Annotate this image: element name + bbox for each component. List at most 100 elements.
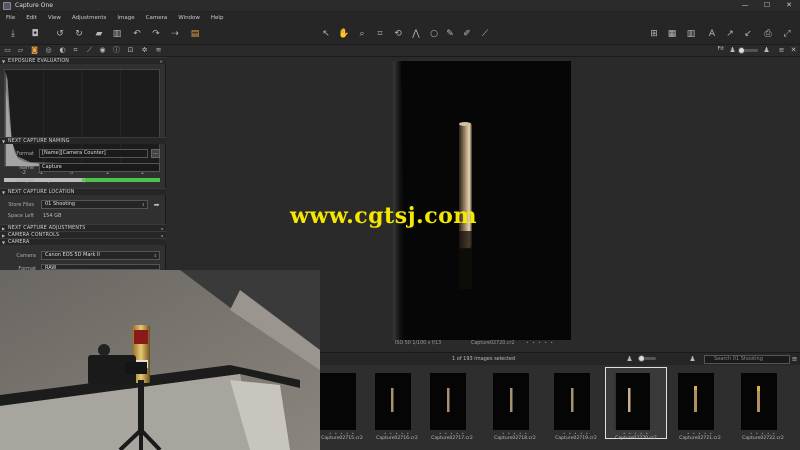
text-icon[interactable]: A (706, 28, 718, 40)
capture-name-input[interactable]: Capture (39, 163, 160, 172)
next-capture-adjustments-header[interactable]: ▶ NEXT CAPTURE ADJUSTMENTS ◂ (0, 224, 166, 231)
panel-close-icon[interactable]: ✕ (159, 59, 163, 64)
thumbnail-item[interactable]: • • • • • Capture02716.cr2 (367, 368, 427, 441)
next-capture-location-header[interactable]: ▼ NEXT CAPTURE LOCATION (0, 188, 166, 195)
metadata-tab-icon[interactable]: ⓘ (112, 46, 121, 55)
thumbnail-image (375, 373, 411, 430)
browser-search-input[interactable]: Search 01 Shooting (704, 355, 790, 364)
thumbnail-item[interactable]: • • • • • Capture02718.cr2 (485, 368, 545, 441)
crop-icon[interactable]: ⌗ (374, 28, 386, 40)
menu-file[interactable]: File (6, 15, 15, 21)
import-icon[interactable]: ⤓ (7, 28, 19, 40)
viewer-zoom-knob[interactable] (738, 47, 745, 54)
folder-tab-icon[interactable]: ▱ (16, 46, 25, 55)
batch-tab-icon[interactable]: ✲ (140, 46, 149, 55)
store-files-label: Store Files (8, 202, 34, 208)
next-capture-naming-title: NEXT CAPTURE NAMING (8, 138, 70, 144)
zoom-fit-label[interactable]: Fit (718, 46, 724, 52)
menu-help[interactable]: Help (211, 15, 224, 21)
crop-tab-icon[interactable]: ⌗ (71, 46, 80, 55)
filmstrip: • • • • • Capture02715.cr2 • • • • • Cap… (320, 365, 800, 450)
expand-triangle-icon: ▶ (2, 225, 6, 231)
redo-icon[interactable]: ↷ (150, 28, 162, 40)
library-tab-icon[interactable]: ▭ (3, 46, 12, 55)
thumbnail-item[interactable]: • • • • • Capture02721.cr2 (670, 368, 730, 441)
menu-adjustments[interactable]: Adjustments (72, 15, 106, 21)
format-options-button[interactable]: ... (151, 149, 160, 158)
brush-icon[interactable]: ✎ (444, 28, 456, 40)
stack-icon[interactable]: ▤ (189, 28, 201, 40)
panel-menu-icon[interactable]: ◂ (161, 226, 163, 231)
select-icon[interactable]: ↖ (320, 28, 332, 40)
viewer-photo[interactable] (393, 61, 571, 340)
settings-icon[interactable]: ≡ (777, 46, 786, 55)
spot-icon[interactable]: ○ (428, 28, 440, 40)
browser-menu-icon[interactable]: ≡ (790, 355, 799, 364)
straighten-icon[interactable]: ⟲ (392, 28, 404, 40)
copy-icon[interactable]: ⇢ (169, 28, 181, 40)
tool-tabs-bar: ▭ ▱ ◙ ◎ ◐ ⌗ ⟋ ◉ ⓘ ⊡ ✲ ≋ Fit ♟ ♟ ≡ ✕ (0, 45, 800, 57)
print-icon[interactable]: ⎙ (762, 28, 774, 40)
brush-tab-icon[interactable]: ⟋ (85, 46, 94, 55)
next-capture-naming-header[interactable]: ▼ NEXT CAPTURE NAMING (0, 137, 166, 144)
rotate-right-icon[interactable]: ↻ (73, 28, 85, 40)
menu-view[interactable]: View (48, 15, 61, 21)
thumbnail-filename: Capture02721.cr2 (679, 436, 721, 441)
minimize-button[interactable]: — (738, 1, 752, 9)
adjust-tab-icon[interactable]: ≋ (154, 46, 163, 55)
maximize-button[interactable]: ☐ (760, 1, 774, 9)
thumbnail-filename: Capture02718.cr2 (494, 436, 536, 441)
exposure-evaluation-header[interactable]: ▼ EXPOSURE EVALUATION ✕ (0, 57, 166, 64)
expand-icon[interactable]: ⤢ (781, 28, 793, 40)
menu-image[interactable]: Image (117, 15, 134, 21)
thumbnail-item-selected[interactable]: • • • • • Capture02720.cr2 (605, 367, 667, 441)
loupe-icon[interactable]: ⌕ (356, 28, 368, 40)
output-tab-icon[interactable]: ⊡ (126, 46, 135, 55)
rotate-left-icon[interactable]: ↺ (54, 28, 66, 40)
capture-tab-icon[interactable]: ◙ (30, 46, 39, 55)
thumbnail-bottle-graphic (571, 388, 574, 412)
webcam-scene-image (0, 270, 320, 450)
naming-format-input[interactable]: [Name][Camera Counter] (39, 149, 148, 158)
menu-window[interactable]: Window (178, 15, 200, 21)
photo-rating[interactable]: • • • • • (526, 341, 554, 346)
menu-edit[interactable]: Edit (26, 15, 37, 21)
close-viewer-icon[interactable]: ✕ (789, 46, 798, 55)
eraser-icon[interactable]: ✐ (461, 28, 473, 40)
thumbnail-bottle-graphic (757, 386, 760, 412)
camera-value: Canon EOS 5D Mark II (45, 252, 100, 258)
space-left-value: 154 GB (43, 213, 62, 219)
arrow-down-icon[interactable]: ↙ (742, 28, 754, 40)
camera-header[interactable]: ▼ CAMERA (0, 238, 166, 245)
columns-icon[interactable]: ▥ (685, 28, 697, 40)
camera-select[interactable]: Canon EOS 5D Mark II ⇕ (41, 251, 160, 260)
thumbnail-item[interactable]: • • • • • Capture02715.cr2 (312, 368, 372, 441)
go-to-folder-icon[interactable]: ➡ (152, 201, 161, 210)
arrow-up-icon[interactable]: ↗ (724, 28, 736, 40)
grid-icon[interactable]: ⊞ (648, 28, 660, 40)
keystone-icon[interactable]: ⋀ (410, 28, 422, 40)
folder-icon[interactable]: ▰ (93, 28, 105, 40)
lens-tab-icon[interactable]: ◎ (44, 46, 53, 55)
thumbnail-item[interactable]: • • • • • Capture02719.cr2 (546, 368, 606, 441)
capture-icon[interactable]: ◘ (29, 28, 41, 40)
thumbnail-filename: Capture02719.cr2 (555, 436, 597, 441)
grid-alt-icon[interactable]: ▦ (666, 28, 678, 40)
thumbnail-size-knob[interactable] (638, 355, 645, 362)
menu-camera[interactable]: Camera (146, 15, 168, 21)
close-button[interactable]: ✕ (782, 1, 796, 9)
panel-menu-icon[interactable]: ◂ (161, 233, 163, 238)
pan-icon[interactable]: ✋ (338, 28, 350, 40)
title-bar: Capture One — ☐ ✕ (0, 0, 800, 12)
picker-icon[interactable]: ⟋ (479, 28, 491, 40)
undo-icon[interactable]: ↶ (131, 28, 143, 40)
trash-icon[interactable]: ▥ (111, 28, 123, 40)
details-tab-icon[interactable]: ◉ (98, 46, 107, 55)
menu-bar: File Edit View Adjustments Image Camera … (0, 12, 800, 23)
thumbnail-item[interactable]: • • • • • Capture02722.cr2 (733, 368, 793, 441)
app-logo-icon (3, 1, 11, 10)
store-files-select[interactable]: 01 Shooting ⇕ (41, 200, 148, 209)
thumbnail-item[interactable]: • • • • • Capture02717.cr2 (422, 368, 482, 441)
camera-controls-header[interactable]: ▶ CAMERA CONTROLS ◂ (0, 231, 166, 238)
color-tab-icon[interactable]: ◐ (58, 46, 67, 55)
